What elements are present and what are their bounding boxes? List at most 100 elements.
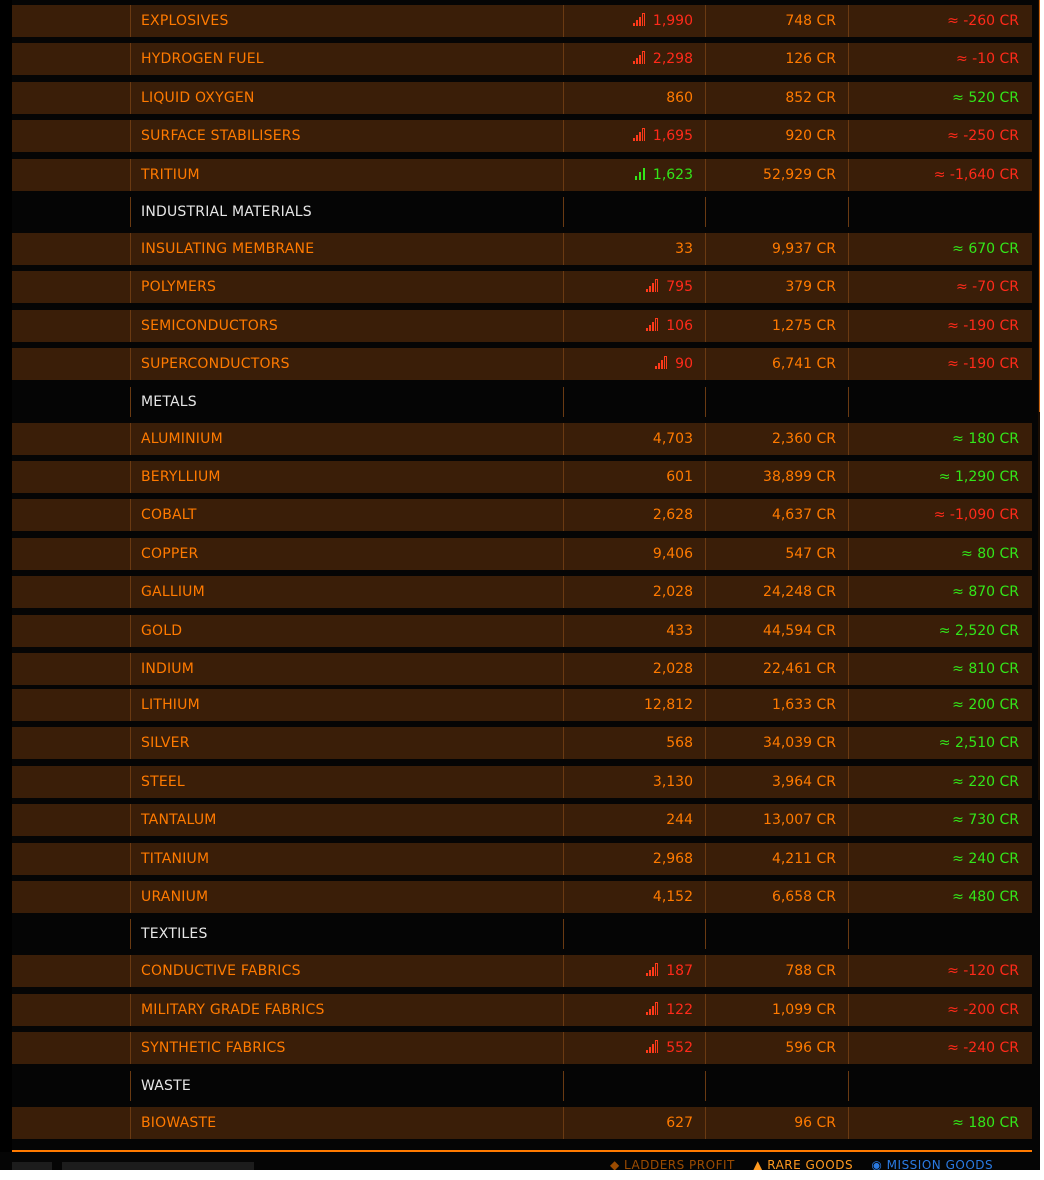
stock-cell: 4,152 (563, 881, 705, 913)
commodity-name: WASTE (141, 1077, 191, 1094)
stock-cell: 3,130 (563, 765, 705, 798)
difference-cell: ≈ 870 CR (848, 576, 1032, 609)
empty-cell (563, 386, 705, 417)
price-cell: 1,275 CR (705, 309, 848, 342)
commodity-row[interactable]: BERYLLIUM 601 38,899 CR ≈ 1,290 CR (12, 461, 1032, 493)
commodity-name: CONDUCTIVE FABRICS (141, 963, 301, 980)
price-value: 379 CR (785, 279, 836, 296)
commodity-row[interactable]: URANIUM 4,152 6,658 CR ≈ 480 CR (12, 881, 1032, 913)
commodity-row[interactable]: SYNTHETIC FABRICS 552 596 CR ≈ -240 CR (12, 1032, 1032, 1065)
price-cell: 1,633 CR (705, 689, 848, 721)
commodity-row[interactable]: MILITARY GRADE FABRICS 122 1,099 CR ≈ -200 … (12, 993, 1032, 1026)
commodity-row[interactable]: STEEL 3,130 3,964 CR ≈ 220 CR (12, 765, 1032, 798)
stock-cell: 1,695 (563, 120, 705, 153)
stock-cell: 795 (563, 271, 705, 304)
price-value: 4,637 CR (771, 507, 836, 524)
commodity-row[interactable]: POLYMERS 795 379 CR ≈ -70 CR (12, 271, 1032, 304)
price-difference: ≈ -120 CR (947, 963, 1019, 980)
price-cell: 4,637 CR (705, 499, 848, 532)
stock-value-wrap: 1,990 (564, 5, 705, 37)
row-spacer-cell (12, 197, 130, 227)
stock-value: 12,812 (644, 697, 693, 713)
commodity-row[interactable]: ALUMINIUM 4,703 2,360 CR ≈ 180 CR (12, 422, 1032, 455)
commodity-name-cell: LIQUID OXYGEN (130, 81, 563, 114)
price-difference: ≈ 200 CR (952, 697, 1019, 713)
commodity-name: GOLD (141, 622, 183, 639)
price-difference: ≈ -190 CR (947, 356, 1019, 373)
row-spacer-cell (12, 919, 130, 949)
stock-value-wrap: 2,028 (564, 653, 705, 685)
row-spacer-cell (12, 1071, 130, 1101)
commodity-row[interactable]: INDIUM 2,028 22,461 CR ≈ 810 CR (12, 653, 1032, 685)
commodity-name: INDIUM (141, 661, 195, 677)
price-difference: ≈ -190 CR (947, 317, 1019, 334)
commodity-row[interactable]: SEMICONDUCTORS 106 1,275 CR ≈ -190 CR (12, 309, 1032, 342)
commodity-row[interactable]: BIOWASTE 627 96 CR ≈ 180 CR (12, 1106, 1032, 1139)
empty-cell (848, 919, 1032, 950)
row-spacer-cell (12, 955, 130, 987)
price-value: 1,099 CR (771, 1001, 836, 1018)
row-spacer-cell (12, 461, 130, 493)
price-value: 748 CR (785, 13, 836, 29)
difference-cell: ≈ -250 CR (848, 120, 1032, 153)
price-value: 34,039 CR (763, 735, 836, 752)
commodity-row[interactable]: COPPER 9,406 547 CR ≈ 80 CR (12, 537, 1032, 570)
price-difference: ≈ -1,090 CR (933, 507, 1019, 524)
commodity-name: COPPER (141, 545, 199, 562)
difference-cell: ≈ -190 CR (848, 309, 1032, 342)
price-value: 38,899 CR (763, 469, 836, 485)
supply-bars-low-icon (646, 317, 660, 331)
commodity-name-cell: EXPLOSIVES (130, 5, 563, 37)
commodity-row[interactable]: CONDUCTIVE FABRICS 187 788 CR ≈ -120 CR (12, 955, 1032, 988)
commodity-row[interactable]: GOLD 433 44,594 CR ≈ 2,520 CR (12, 614, 1032, 647)
window-edge-bottom (0, 1170, 1044, 1180)
row-spacer-cell (12, 5, 130, 37)
commodity-name: GALLIUM (141, 584, 205, 601)
price-cell: 3,964 CR (705, 765, 848, 798)
commodity-row[interactable]: TRITIUM 1,623 52,929 CR ≈ -1,640 CR (12, 158, 1032, 191)
commodity-row[interactable]: GALLIUM 2,028 24,248 CR ≈ 870 CR (12, 576, 1032, 609)
price-difference: ≈ 2,520 CR (938, 622, 1019, 639)
price-value: 788 CR (785, 963, 836, 980)
price-value: 1,633 CR (771, 697, 836, 713)
commodity-name-cell: INDUSTRIAL MATERIALS (130, 197, 563, 227)
commodity-row[interactable]: LIQUID OXYGEN 860 852 CR ≈ 520 CR (12, 81, 1032, 114)
commodity-name-cell: INDIUM (130, 653, 563, 685)
commodity-row[interactable]: SUPERCONDUCTORS 90 6,741 CR ≈ -190 CR (12, 348, 1032, 381)
price-cell: 9,937 CR (705, 233, 848, 265)
stock-value-wrap: 2,028 (564, 576, 705, 608)
stock-value-wrap: 795 (564, 271, 705, 303)
commodity-row[interactable]: TITANIUM 2,968 4,211 CR ≈ 240 CR (12, 842, 1032, 875)
commodity-row[interactable]: HYDROGEN FUEL 2,298 126 CR ≈ -10 CR (12, 43, 1032, 76)
price-cell: 788 CR (705, 955, 848, 988)
commodity-row[interactable]: LITHIUM 12,812 1,633 CR ≈ 200 CR (12, 689, 1032, 721)
commodity-row[interactable]: SILVER 568 34,039 CR ≈ 2,510 CR (12, 727, 1032, 760)
row-spacer-cell (12, 233, 130, 265)
difference-cell: ≈ 80 CR (848, 537, 1032, 570)
price-cell: 52,929 CR (705, 158, 848, 191)
stock-value: 2,968 (652, 850, 693, 867)
commodity-row[interactable]: INSULATING MEMBRANE 33 9,937 CR ≈ 670 CR (12, 233, 1032, 265)
commodity-row[interactable]: EXPLOSIVES 1,990 748 CR ≈ -260 CR (12, 5, 1032, 37)
row-spacer-cell (12, 881, 130, 913)
empty-cell (705, 197, 848, 227)
price-difference: ≈ 1,290 CR (938, 469, 1019, 485)
supply-bars-low-icon (646, 279, 660, 293)
category-header-row: METALS (12, 386, 1032, 417)
stock-cell: 568 (563, 727, 705, 760)
stock-value-wrap: 433 (564, 615, 705, 647)
commodity-row[interactable]: SURFACE STABILISERS 1,695 920 CR ≈ -250 CR (12, 120, 1032, 153)
stock-value-wrap: 33 (564, 233, 705, 265)
stock-value-wrap: 187 (564, 955, 705, 987)
difference-cell: ≈ 2,520 CR (848, 614, 1032, 647)
price-cell: 96 CR (705, 1106, 848, 1139)
commodity-row[interactable]: COBALT 2,628 4,637 CR ≈ -1,090 CR (12, 499, 1032, 532)
price-value: 2,360 CR (771, 430, 836, 447)
price-value: 6,741 CR (771, 356, 836, 373)
commodity-name: BIOWASTE (141, 1114, 217, 1131)
price-cell: 852 CR (705, 81, 848, 114)
price-value: 13,007 CR (763, 812, 836, 829)
row-spacer-cell (12, 120, 130, 152)
commodity-row[interactable]: TANTALUM 244 13,007 CR ≈ 730 CR (12, 804, 1032, 837)
difference-cell: ≈ 810 CR (848, 653, 1032, 685)
